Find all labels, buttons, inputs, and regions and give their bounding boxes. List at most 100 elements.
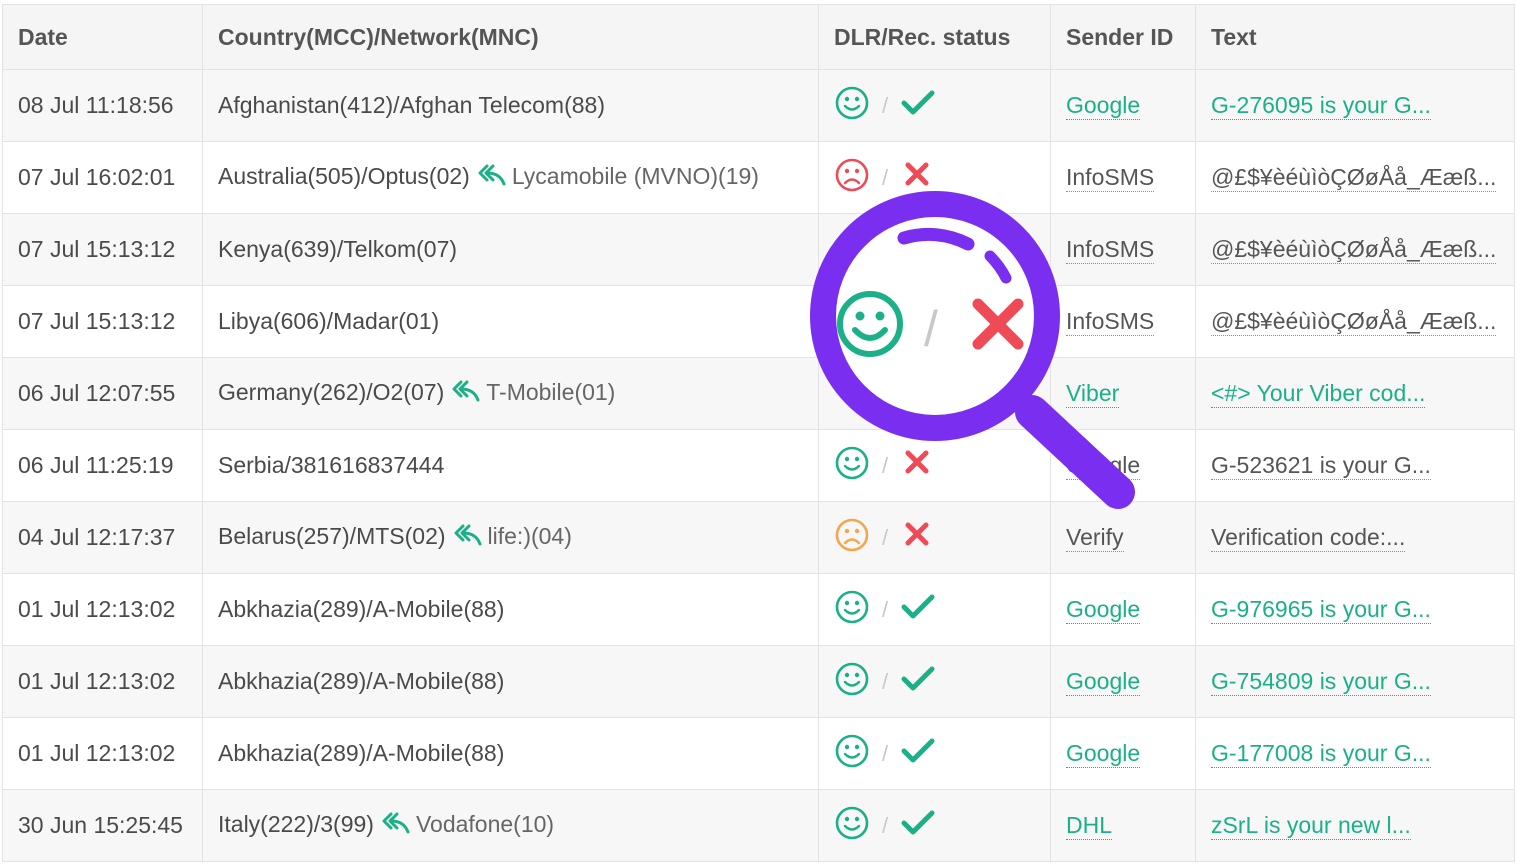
- received-checkmark-icon: [900, 661, 936, 703]
- cell-status: /: [818, 717, 1051, 790]
- table-row[interactable]: 08 Jul 11:18:56 Afghanistan(412)/Afghan T…: [2, 69, 1515, 142]
- message-text-link[interactable]: G-177008 is your G...: [1211, 740, 1431, 768]
- column-header-text[interactable]: Text: [1195, 4, 1515, 70]
- cell-date: 01 Jul 12:13:02: [2, 645, 203, 718]
- status-group: /: [834, 517, 936, 559]
- cell-status: /: [818, 789, 1051, 862]
- network-label: Kenya(639)/Telkom(07): [218, 236, 458, 262]
- cell-network: Libya(606)/Madar(01): [202, 285, 819, 358]
- table-body: 08 Jul 11:18:56 Afghanistan(412)/Afghan T…: [2, 69, 1515, 862]
- cell-date: 08 Jul 11:18:56: [2, 69, 203, 142]
- cell-date: 30 Jun 15:25:45: [2, 789, 203, 862]
- cell-text: zSrL is your new l...: [1195, 789, 1515, 862]
- sender-id-link[interactable]: Google: [1066, 668, 1141, 696]
- sender-id-link[interactable]: DHL: [1066, 812, 1113, 840]
- status-group: /: [834, 589, 936, 631]
- table-row[interactable]: 07 Jul 16:02:01 Australia(505)/Optus(02) L…: [2, 141, 1515, 214]
- cell-date: 06 Jul 11:25:19: [2, 429, 203, 502]
- table-row[interactable]: 07 Jul 15:13:12 Kenya(639)/Telkom(07) Info…: [2, 213, 1515, 286]
- cell-text: G-976965 is your G...: [1195, 573, 1515, 646]
- status-separator: /: [882, 668, 889, 694]
- cell-date: 07 Jul 15:13:12: [2, 213, 203, 286]
- ported-network-label: life:)(04): [487, 523, 572, 550]
- magnifier-handle: [1015, 395, 1135, 509]
- magnifier-overlay: /: [810, 191, 1135, 509]
- column-header-date[interactable]: Date: [2, 4, 203, 70]
- message-text-link[interactable]: @£$¥èéùìòÇØøÅå_Ææß...: [1211, 236, 1497, 264]
- cell-sender: Google: [1050, 645, 1196, 718]
- message-text-link[interactable]: Verification code:...: [1211, 524, 1406, 552]
- cell-status: /: [818, 645, 1051, 718]
- dlr-smiley-icon: [834, 661, 870, 703]
- cell-text: @£$¥èéùìòÇØøÅå_Ææß...: [1195, 213, 1515, 286]
- column-header-network[interactable]: Country(MCC)/Network(MNC): [202, 4, 819, 70]
- network-label: Germany(262)/O2(07): [218, 379, 445, 406]
- cell-network: Abkhazia(289)/A-Mobile(88): [202, 645, 819, 718]
- cell-status: /: [818, 69, 1051, 142]
- cell-network: Kenya(639)/Telkom(07): [202, 213, 819, 286]
- network-label: Abkhazia(289)/A-Mobile(88): [218, 740, 505, 766]
- cell-network: Germany(262)/O2(07) T-Mobile(01): [202, 357, 819, 430]
- cell-date: 04 Jul 12:17:37: [2, 501, 203, 574]
- message-text-link[interactable]: G-976965 is your G...: [1211, 596, 1431, 624]
- cell-sender: Google: [1050, 69, 1196, 142]
- cell-network: Afghanistan(412)/Afghan Telecom(88): [202, 69, 819, 142]
- ported-reply-all-icon: [454, 524, 482, 552]
- received-checkmark-icon: [900, 85, 936, 127]
- table-row[interactable]: 04 Jul 12:17:37 Belarus(257)/MTS(02) life:…: [2, 501, 1515, 574]
- sender-id-link[interactable]: Google: [1066, 92, 1141, 120]
- status-separator: /: [882, 92, 889, 118]
- message-text-link[interactable]: G-276095 is your G...: [1211, 92, 1431, 120]
- received-cross-icon: [900, 517, 936, 559]
- sender-id-link[interactable]: Google: [1066, 596, 1141, 624]
- network-label: Abkhazia(289)/A-Mobile(88): [218, 668, 505, 694]
- status-separator: /: [882, 812, 889, 838]
- network-label: Serbia/381616837444: [218, 452, 445, 478]
- cell-text: @£$¥èéùìòÇØøÅå_Ææß...: [1195, 285, 1515, 358]
- message-text-link[interactable]: zSrL is your new l...: [1211, 812, 1411, 840]
- cell-text: G-754809 is your G...: [1195, 645, 1515, 718]
- status-group: /: [834, 661, 936, 703]
- cell-text: <#> Your Viber cod...: [1195, 357, 1515, 430]
- message-text-link[interactable]: @£$¥èéùìòÇØøÅå_Ææß...: [1211, 308, 1497, 336]
- status-group: /: [834, 733, 936, 775]
- table-row[interactable]: 06 Jul 12:07:55 Germany(262)/O2(07) T-Mobi…: [2, 357, 1515, 430]
- cell-sender: DHL: [1050, 789, 1196, 862]
- table-row[interactable]: 01 Jul 12:13:02 Abkhazia(289)/A-Mobile(88…: [2, 645, 1515, 718]
- ported-reply-all-icon: [478, 164, 506, 192]
- table-row[interactable]: 01 Jul 12:13:02 Abkhazia(289)/A-Mobile(88…: [2, 573, 1515, 646]
- status-separator: /: [882, 524, 889, 550]
- column-header-status[interactable]: DLR/Rec. status: [818, 4, 1051, 70]
- dlr-smiley-icon: [834, 805, 870, 847]
- cell-sender: Google: [1050, 717, 1196, 790]
- cell-network: Abkhazia(289)/A-Mobile(88): [202, 717, 819, 790]
- cell-text: G-276095 is your G...: [1195, 69, 1515, 142]
- received-checkmark-icon: [900, 589, 936, 631]
- cell-date: 01 Jul 12:13:02: [2, 573, 203, 646]
- cell-text: G-523621 is your G...: [1195, 429, 1515, 502]
- column-header-sender[interactable]: Sender ID: [1050, 4, 1196, 70]
- cell-date: 06 Jul 12:07:55: [2, 357, 203, 430]
- table-row[interactable]: 07 Jul 15:13:12 Libya(606)/Madar(01) InfoS…: [2, 285, 1515, 358]
- table-row[interactable]: 06 Jul 11:25:19Serbia/381616837444/Googl…: [2, 429, 1515, 502]
- sender-id-link[interactable]: Verify: [1066, 524, 1124, 552]
- cell-date: 07 Jul 16:02:01: [2, 141, 203, 214]
- cell-status: /: [818, 573, 1051, 646]
- message-text-link[interactable]: @£$¥èéùìòÇØøÅå_Ææß...: [1211, 164, 1497, 192]
- message-text-link[interactable]: G-754809 is your G...: [1211, 668, 1431, 696]
- sms-log-table: Date Country(MCC)/Network(MNC) DLR/Rec. …: [2, 4, 1515, 862]
- cell-sender: Google: [1050, 573, 1196, 646]
- received-checkmark-icon: [900, 733, 936, 775]
- ported-network-label: T-Mobile(01): [486, 379, 616, 406]
- status-group: /: [834, 805, 936, 847]
- cell-network: Abkhazia(289)/A-Mobile(88): [202, 573, 819, 646]
- message-text-link[interactable]: G-523621 is your G...: [1211, 452, 1431, 480]
- table-row[interactable]: 01 Jul 12:13:02 Abkhazia(289)/A-Mobile(88…: [2, 717, 1515, 790]
- cell-network: Australia(505)/Optus(02) Lycamobile (MVNO…: [202, 141, 819, 214]
- table-row[interactable]: 30 Jun 15:25:45 Italy(222)/3(99) Vodafone(…: [2, 789, 1515, 862]
- sender-id-link[interactable]: Google: [1066, 740, 1141, 768]
- received-checkmark-icon: [900, 805, 936, 847]
- network-label: Italy(222)/3(99): [218, 811, 374, 838]
- network-label: Libya(606)/Madar(01): [218, 308, 440, 334]
- message-text-link[interactable]: <#> Your Viber cod...: [1211, 380, 1426, 408]
